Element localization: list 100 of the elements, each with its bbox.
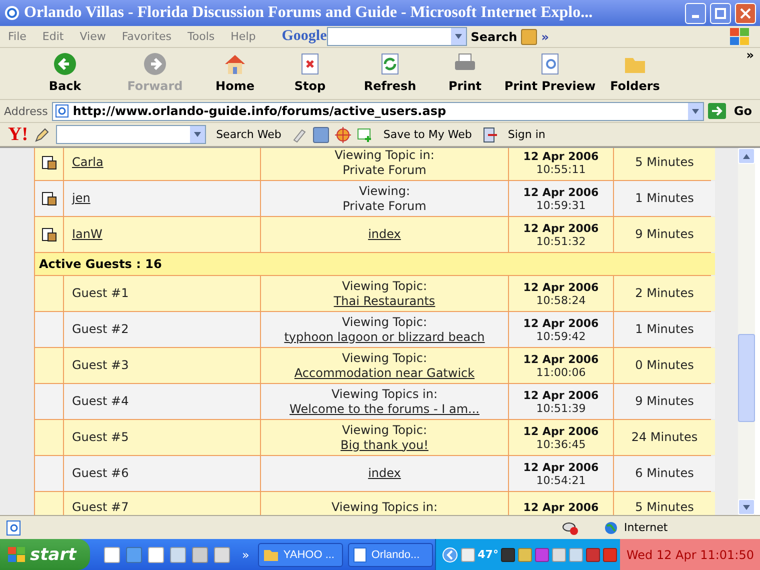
page-icon	[54, 104, 69, 118]
location-link[interactable]: Big thank you!	[340, 438, 428, 452]
guest-name: Guest #5	[72, 430, 129, 445]
location-link[interactable]: Thai Restaurants	[334, 294, 436, 308]
chevron-left-icon[interactable]	[442, 546, 458, 562]
quick-launch-icon[interactable]	[170, 546, 186, 562]
duration-text: 9 Minutes	[635, 227, 694, 242]
house-icon	[223, 52, 247, 76]
toolbar-icon[interactable]	[521, 28, 538, 44]
tray-icon[interactable]	[586, 548, 600, 562]
sign-in-door-icon	[482, 126, 498, 142]
scrollbar-thumb[interactable]	[738, 334, 755, 422]
scrollbar[interactable]	[738, 148, 755, 515]
quick-launch-more[interactable]: »	[238, 548, 254, 562]
visit-date: 12 Apr 2006	[523, 388, 599, 402]
page-icon	[353, 546, 368, 562]
menu-item[interactable]: Tools	[180, 30, 223, 43]
visit-date: 12 Apr 2006	[523, 222, 599, 234]
windows-logo-icon	[730, 28, 750, 46]
section-header: Active Guests : 16	[35, 253, 715, 275]
highlighter-icon[interactable]	[291, 126, 308, 142]
blocked-eye-icon	[562, 520, 578, 534]
visit-time: 10:59:42	[536, 330, 586, 342]
location-link[interactable]: Welcome to the forums - I am...	[290, 402, 480, 416]
tray-icon[interactable]	[501, 548, 516, 562]
location-text: Viewing Topic:	[342, 422, 428, 438]
location-text: Viewing:	[358, 184, 410, 198]
location-link[interactable]: index	[368, 227, 401, 242]
up-caret-icon	[743, 154, 750, 158]
username-link[interactable]: jen	[72, 191, 90, 206]
tray-icon[interactable]	[535, 548, 550, 562]
tray-icon[interactable]	[603, 548, 618, 562]
sign-in-button[interactable]: Sign in	[504, 128, 550, 141]
address-label: Address	[4, 104, 48, 118]
search-web-button[interactable]: Search Web	[212, 128, 286, 141]
minimize-button[interactable]	[685, 2, 706, 24]
quick-launch-icon[interactable]	[148, 546, 164, 562]
visit-time: 10:36:45	[536, 438, 586, 450]
start-button[interactable]: start	[0, 539, 90, 570]
window-title: Orlando Villas - Florida Discussion Forums and Guide - Microsoft Internet Explo...	[24, 4, 594, 22]
google-search-field[interactable]	[326, 27, 467, 46]
taskbar-button[interactable]: Orlando...	[348, 542, 434, 566]
username-link[interactable]: Carla	[72, 155, 104, 170]
visit-date: 12 Apr 2006	[523, 186, 599, 198]
location-text: Viewing Topic:	[342, 278, 428, 294]
location-link[interactable]: index	[368, 466, 401, 481]
home-button[interactable]: Home	[200, 52, 270, 93]
duration-text: 6 Minutes	[635, 466, 694, 481]
quick-launch-icon[interactable]	[214, 546, 230, 562]
toolbar-more-chevron[interactable]: »	[742, 48, 758, 62]
back-button[interactable]: Back	[20, 52, 110, 93]
dropdown-caret-icon[interactable]	[450, 28, 466, 45]
duration-text: 9 Minutes	[635, 394, 694, 409]
stop-button[interactable]: Stop	[270, 52, 350, 93]
dropdown-caret-icon[interactable]	[688, 102, 703, 120]
guest-name: Guest #4	[72, 394, 129, 409]
save-plus-icon	[357, 126, 374, 142]
duration-text: 5 Minutes	[635, 500, 694, 514]
save-to-my-web-button[interactable]: Save to My Web	[379, 128, 476, 141]
print-button[interactable]: Print	[430, 52, 500, 93]
clock: Wed 12 Apr 11:01:50	[620, 539, 760, 570]
menu-item[interactable]: View	[72, 30, 114, 43]
pencil-icon[interactable]	[34, 126, 50, 142]
browser-icon	[4, 5, 20, 21]
visit-date: 12 Apr 2006	[523, 316, 599, 330]
menu-item[interactable]: Help	[222, 30, 264, 43]
google-search-button[interactable]: Search	[466, 30, 522, 44]
yahoo-search-field[interactable]	[56, 125, 206, 144]
visit-time: 10:54:21	[536, 474, 586, 486]
visit-time: 10:59:31	[536, 198, 586, 212]
quick-launch-icon[interactable]	[192, 546, 208, 562]
username-link[interactable]: IanW	[72, 227, 102, 242]
menu-item[interactable]: Favorites	[114, 30, 180, 43]
scroll-down-button[interactable]	[738, 499, 755, 515]
scroll-up-button[interactable]	[738, 148, 755, 164]
zone-text: Internet	[624, 521, 669, 534]
user-status-icon	[42, 192, 56, 206]
quick-launch-icon[interactable]	[104, 546, 120, 562]
guest-name: Guest #3	[72, 358, 129, 373]
tray-icon[interactable]	[460, 548, 475, 562]
maximize-button[interactable]	[710, 2, 731, 24]
folders-button[interactable]: Folders	[600, 52, 670, 93]
guest-name: Guest #7	[72, 500, 129, 514]
folder-icon	[263, 548, 280, 562]
visit-date: 12 Apr 2006	[523, 150, 599, 162]
address-field[interactable]: http://www.orlando-guide.info/forums/active_users.asp	[52, 102, 704, 120]
dropdown-caret-icon[interactable]	[190, 126, 206, 143]
location-link[interactable]: typhoon lagoon or blizzard beach	[284, 330, 485, 344]
quick-launch-icon[interactable]	[126, 546, 142, 562]
close-button[interactable]	[735, 2, 756, 24]
crosshair-icon[interactable]	[335, 126, 352, 142]
preview-button[interactable]: Print Preview	[500, 52, 600, 93]
go-button[interactable]: Go	[730, 104, 756, 118]
taskbar-button[interactable]: YAHOO ...	[258, 542, 344, 566]
location-link[interactable]: Accommodation near Gatwick	[294, 366, 475, 380]
visit-time: 11:00:06	[536, 366, 586, 378]
menu-item[interactable]: Edit	[34, 30, 72, 43]
refresh-button[interactable]: Refresh	[350, 52, 430, 93]
more-chevron[interactable]: »	[537, 30, 553, 44]
menu-item[interactable]: File	[0, 30, 34, 43]
